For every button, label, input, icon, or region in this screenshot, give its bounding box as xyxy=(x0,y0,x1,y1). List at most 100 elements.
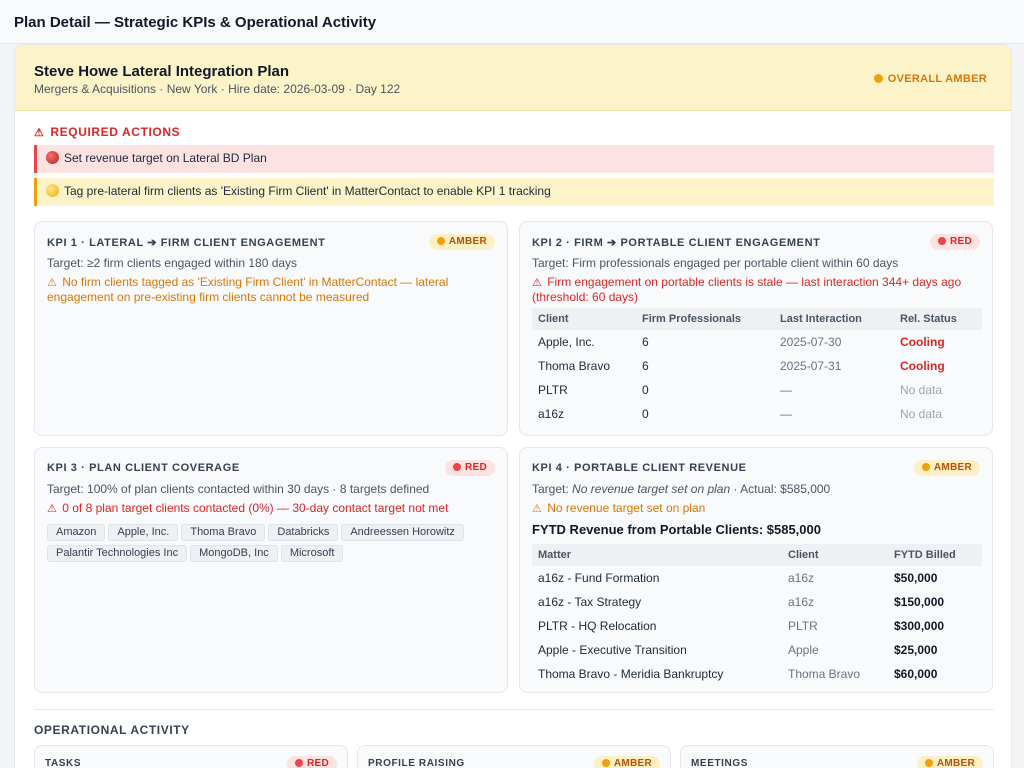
table-row[interactable]: Thoma Bravo - Meridia Bankruptcy Thoma B… xyxy=(532,662,982,686)
client-tag[interactable]: Microsoft xyxy=(280,545,344,562)
billed-cell: $50,000 xyxy=(894,571,938,585)
ops-card-title: MEETINGS xyxy=(691,758,749,768)
table-row[interactable]: PLTR - HQ Relocation PLTR $300,000 xyxy=(532,614,982,638)
status-dot-icon xyxy=(601,759,610,767)
page-title: Plan Detail — Strategic KPIs & Operation… xyxy=(14,14,377,31)
plan-panel: Steve Howe Lateral Integration Plan Merg… xyxy=(14,44,1012,768)
plan-subtitle: Mergers & Acquisitions · New York · Hire… xyxy=(34,82,401,96)
tag-row: Amazon Apple, Inc. Thoma Bravo Databricks An… xyxy=(47,524,507,545)
ops-card-title: TASKS xyxy=(45,758,82,768)
kpi3-title: KPI 3 · PLAN CLIENT COVERAGE xyxy=(47,462,240,474)
status-dot-icon xyxy=(436,237,445,245)
table-row[interactable]: a16z - Fund Formation a16z $50,000 xyxy=(532,566,982,590)
kpi4-status-badge: AMBER xyxy=(913,460,980,476)
action-text: Tag pre-lateral firm clients as 'Existin… xyxy=(64,184,551,198)
kpi2-warning: ⚠ Firm engagement on portable clients is… xyxy=(532,275,961,304)
required-action-item[interactable]: Set revenue target on Lateral BD Plan xyxy=(34,145,994,173)
client-cell: Thoma Bravo xyxy=(788,667,861,681)
client-tag[interactable]: Thoma Bravo xyxy=(181,524,266,541)
kpi4-target-suffix: · Actual: $585,000 xyxy=(733,482,831,496)
kpi3-target: Target: 100% of plan clients contacted w… xyxy=(47,482,430,496)
client-cell: a16z xyxy=(788,571,815,585)
kpi3-warning-text: 0 of 8 plan target clients contacted (0%… xyxy=(62,501,449,515)
revenue-total-heading: FYTD Revenue from Portable Clients: $585… xyxy=(532,522,821,537)
warning-triangle-icon: ⚠ xyxy=(532,277,542,289)
client-tag[interactable]: MongoDB, Inc xyxy=(190,545,278,562)
tag-row: Palantir Technologies Inc MongoDB, Inc Mic… xyxy=(47,545,507,566)
table-header: Client Firm Professionals Last Interacti… xyxy=(532,308,982,330)
plan-title: Steve Howe Lateral Integration Plan xyxy=(34,63,290,80)
required-action-item[interactable]: Tag pre-lateral firm clients as 'Existin… xyxy=(34,178,994,206)
table-row[interactable]: Apple - Executive Transition Apple $25,0… xyxy=(532,638,982,662)
client-tag[interactable]: Databricks xyxy=(268,524,339,541)
column-header: Client xyxy=(788,549,819,561)
kpi4-warning-text: No revenue target set on plan xyxy=(547,501,706,515)
kpi1-status: AMBER xyxy=(448,236,487,247)
client-tag[interactable]: Andreessen Horowitz xyxy=(341,524,464,541)
client-cell: a16z xyxy=(538,407,565,421)
table-row[interactable]: a16z - Tax Strategy a16z $150,000 xyxy=(532,590,982,614)
relationship-status-cell: Cooling xyxy=(900,335,945,349)
kpi2-status-badge: RED xyxy=(929,234,980,250)
kpi2-title: KPI 2 · FIRM ➔ PORTABLE CLIENT ENGAGEMEN… xyxy=(532,237,821,249)
ops-card-meetings[interactable]: MEETINGS AMBER xyxy=(680,745,994,768)
table-header: Matter Client FYTD Billed xyxy=(532,544,982,566)
ops-card-tasks[interactable]: TASKS RED xyxy=(34,745,348,768)
column-header: Client xyxy=(538,313,569,325)
kpi2-card: KPI 2 · FIRM ➔ PORTABLE CLIENT ENGAGEMEN… xyxy=(519,221,993,436)
kpi4-title: KPI 4 · PORTABLE CLIENT REVENUE xyxy=(532,462,747,474)
kpi4-status: AMBER xyxy=(933,462,972,473)
client-cell: PLTR xyxy=(538,383,568,397)
matter-cell: Apple - Executive Transition xyxy=(538,643,687,657)
kpi3-card: KPI 3 · PLAN CLIENT COVERAGE RED Target:… xyxy=(34,447,508,693)
ops-status: RED xyxy=(306,758,329,768)
billed-cell: $25,000 xyxy=(894,643,938,657)
ops-status: AMBER xyxy=(936,758,975,768)
professionals-cell: 0 xyxy=(642,407,649,421)
matter-cell: a16z - Fund Formation xyxy=(538,571,660,585)
plan-header: Steve Howe Lateral Integration Plan Merg… xyxy=(15,45,1011,111)
client-cell: Thoma Bravo xyxy=(538,359,611,373)
overall-status-badge: OVERALL AMBER xyxy=(873,73,987,85)
warning-triangle-icon: ⚠ xyxy=(47,277,57,289)
last-interaction-cell: 2025-07-31 xyxy=(780,359,842,373)
kpi4-target: Target: No revenue target set on plan · … xyxy=(532,482,830,496)
last-interaction-cell: — xyxy=(780,407,792,421)
kpi4-warning: ⚠ No revenue target set on plan xyxy=(532,501,705,516)
client-cell: Apple xyxy=(788,643,819,657)
kpi1-card: KPI 1 · LATERAL ➔ FIRM CLIENT ENGAGEMENT… xyxy=(34,221,508,436)
matter-cell: PLTR - HQ Relocation xyxy=(538,619,657,633)
column-header: Last Interaction xyxy=(780,313,862,325)
warning-triangle-icon: ⚠ xyxy=(34,127,45,139)
client-tag[interactable]: Amazon xyxy=(47,524,106,541)
yellow-circle-icon xyxy=(46,184,59,197)
status-dot-icon xyxy=(873,74,883,83)
last-interaction-cell: — xyxy=(780,383,792,397)
kpi2-warning-line1: Firm engagement on portable clients is s… xyxy=(547,275,962,289)
table-row[interactable]: a16z 0 — No data xyxy=(532,402,982,426)
professionals-cell: 0 xyxy=(642,383,649,397)
client-cell: PLTR xyxy=(788,619,818,633)
matter-cell: Thoma Bravo - Meridia Bankruptcy xyxy=(538,667,724,681)
table-row[interactable]: Apple, Inc. 6 2025-07-30 Cooling xyxy=(532,330,982,354)
action-text: Set revenue target on Lateral BD Plan xyxy=(64,151,267,165)
warning-triangle-icon: ⚠ xyxy=(47,503,57,515)
section-divider xyxy=(34,709,994,710)
professionals-cell: 6 xyxy=(642,335,649,349)
kpi3-status-badge: RED xyxy=(444,460,495,476)
status-dot-icon xyxy=(921,463,930,471)
ops-status-badge: RED xyxy=(286,756,337,768)
status-dot-icon xyxy=(937,237,946,245)
kpi3-warning: ⚠ 0 of 8 plan target clients contacted (… xyxy=(47,501,448,516)
ops-card-profile-raising[interactable]: PROFILE RAISING AMBER xyxy=(357,745,671,768)
relationship-status-cell: Cooling xyxy=(900,359,945,373)
kpi2-status: RED xyxy=(949,236,972,247)
client-tag[interactable]: Palantir Technologies Inc xyxy=(47,545,188,562)
client-tag[interactable]: Apple, Inc. xyxy=(108,524,179,541)
ops-status-badge: AMBER xyxy=(593,756,660,768)
table-row[interactable]: Thoma Bravo 6 2025-07-31 Cooling xyxy=(532,354,982,378)
table-row[interactable]: PLTR 0 — No data xyxy=(532,378,982,402)
billed-cell: $150,000 xyxy=(894,595,945,609)
required-actions-heading: ⚠ REQUIRED ACTIONS xyxy=(34,125,180,139)
relationship-status-cell: No data xyxy=(900,383,943,397)
